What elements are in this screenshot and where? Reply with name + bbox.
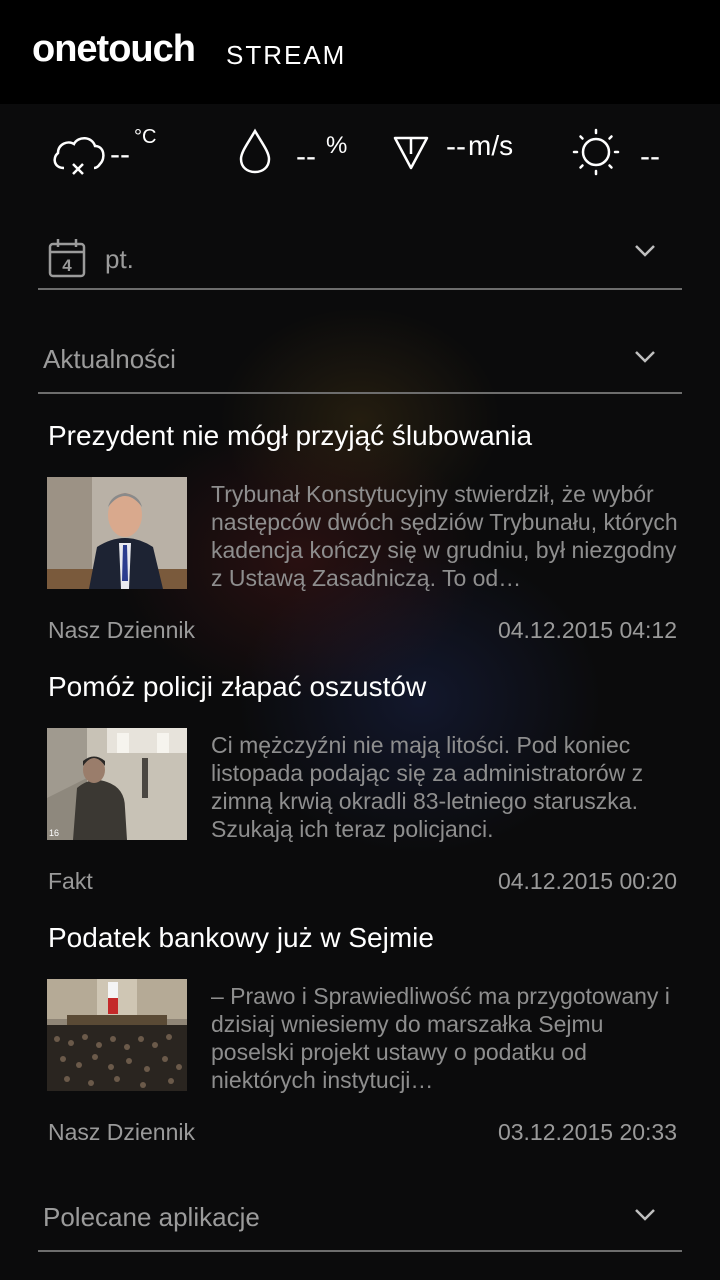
drop-icon [238, 128, 272, 174]
news-section-label: Aktualności [43, 344, 176, 374]
news-section-selector[interactable]: Aktualności [38, 322, 682, 394]
news-date: 04.12.2015 04:12 [497, 617, 677, 643]
apps-section-selector[interactable]: Polecane aplikacje [38, 1180, 682, 1252]
news-date: 04.12.2015 00:20 [497, 868, 677, 894]
wind-value: -- [446, 130, 466, 163]
calendar-day-number: 4 [62, 256, 72, 275]
day-label: pt. [105, 244, 134, 274]
news-source: Fakt [48, 868, 93, 894]
news-title[interactable]: Podatek bankowy już w Sejmie [48, 922, 434, 954]
chevron-down-icon[interactable] [634, 1208, 656, 1227]
weather-strip[interactable]: -- °C -- % -- m/s -- [0, 120, 720, 190]
news-source: Nasz Dziennik [48, 1119, 195, 1145]
news-excerpt: – Prawo i Sprawiedliwość ma przygotowany… [211, 983, 670, 1093]
news-title[interactable]: Prezydent nie mógł przyjąć ślubowania [48, 420, 532, 452]
thumbnail-overlay-text: 16 [49, 828, 60, 838]
humidity-value: -- [296, 140, 316, 173]
humidity-unit: % [326, 132, 348, 159]
news-excerpt: Trybunał Konstytucyjny stwierdził, że wy… [211, 481, 678, 591]
product-name: STREAM [226, 40, 347, 70]
apps-section-label: Polecane aplikacje [43, 1202, 260, 1232]
news-title[interactable]: Pomóż policji złapać oszustów [48, 671, 426, 703]
uv-value: -- [640, 140, 660, 173]
news-thumbnail[interactable]: 16 [47, 728, 187, 840]
sun-icon [572, 128, 620, 176]
calendar-icon: 4 [48, 238, 86, 283]
news-thumbnail[interactable] [47, 979, 187, 1091]
news-thumbnail[interactable] [47, 477, 187, 589]
news-source: Nasz Dziennik [48, 617, 195, 643]
news-excerpt: Ci mężczyźni nie mają litości. Pod konie… [211, 732, 644, 842]
wind-arrow-icon [392, 134, 430, 172]
chevron-down-icon[interactable] [634, 244, 656, 263]
brand-logo: onetouch [32, 28, 196, 70]
chevron-down-icon[interactable] [634, 350, 656, 369]
news-date: 03.12.2015 20:33 [497, 1119, 677, 1145]
app-header: onetouch STREAM [0, 0, 720, 104]
cloud-x-icon [50, 130, 108, 178]
temperature-value: -- [110, 138, 130, 171]
wind-unit: m/s [468, 130, 514, 161]
date-selector[interactable]: 4 pt. [38, 230, 682, 290]
temperature-unit: °C [134, 126, 157, 148]
